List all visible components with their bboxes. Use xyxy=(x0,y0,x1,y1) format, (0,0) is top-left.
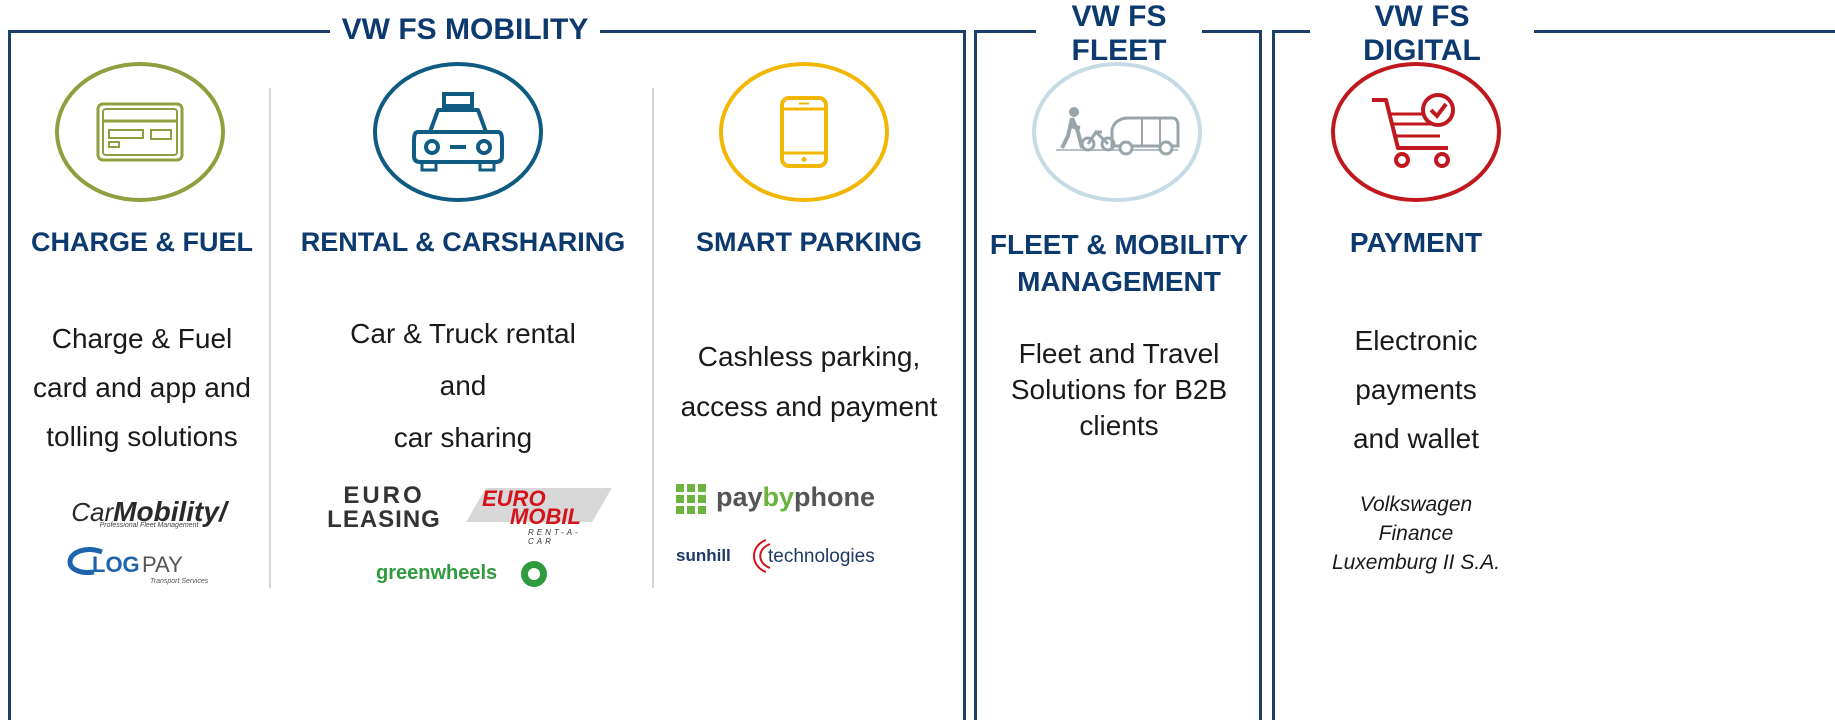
payment-circle xyxy=(1331,62,1501,202)
fleet-desc-line1: Fleet and Travel xyxy=(1018,338,1220,369)
rental-desc-line2: and xyxy=(439,370,487,401)
logpay-logo: LOG PAY Transport Services xyxy=(66,544,226,588)
euroleasing-logo-euro: EURO xyxy=(343,482,425,509)
paybyphone-logo: paybyphone xyxy=(676,482,896,516)
paybyphone-logo-pay: pay xyxy=(716,482,763,512)
charge-circle xyxy=(55,62,225,202)
fleet-desc-line3: clients xyxy=(1079,410,1159,441)
rental-desc: Car & Truck rental and car sharing xyxy=(278,308,648,464)
carmobility-logo: CarMobility/ Professional Fleet Manageme… xyxy=(44,496,254,529)
divider-2 xyxy=(652,88,654,588)
euromobil-logo-mobil: MOBIL xyxy=(510,504,581,529)
greenwheels-wheel-icon xyxy=(521,561,547,587)
payment-desc: Electronic payments and wallet xyxy=(1296,316,1536,463)
taxi-icon xyxy=(412,92,504,172)
carmobility-logo-mark: / xyxy=(218,496,227,527)
logpay-logo-log: LOG xyxy=(92,552,140,577)
shopping-cart-check-icon xyxy=(1372,93,1455,168)
fleet-circle xyxy=(1032,62,1202,202)
payment-desc-line1: Electronic xyxy=(1354,325,1478,356)
fleet-desc: Fleet and Travel Solutions for B2B clien… xyxy=(980,336,1258,444)
fleet-desc-line2: Solutions for B2B xyxy=(1010,374,1228,405)
paybyphone-logo-by: by xyxy=(762,482,795,512)
rental-circle xyxy=(373,62,543,202)
payment-desc-line2: payments xyxy=(1355,374,1477,405)
digital-title-line1: VW FS xyxy=(1374,0,1470,33)
euroleasing-logo-leasing: LEASING xyxy=(327,506,441,533)
charge-desc-line1: Charge & Fuel xyxy=(51,323,233,354)
sunhill-logo: sunhill technologies xyxy=(676,538,896,574)
euromobil-logo: EURO MOBIL RENT-A-CAR xyxy=(466,486,612,546)
sunhill-logo-technologies: technologies xyxy=(768,546,875,567)
fleet-heading: FLEET & MOBILITY MANAGEMENT xyxy=(980,226,1258,300)
payment-entity-note: Volkswagen Finance Luxemburg II S.A. xyxy=(1296,490,1536,577)
fleet-heading-line1: FLEET & MOBILITY xyxy=(989,229,1249,260)
payment-desc-line3: and wallet xyxy=(1352,423,1480,454)
fleet-section-title: VW FS FLEET xyxy=(1036,0,1202,68)
logpay-logo-tag: Transport Services xyxy=(150,578,209,585)
logpay-logo-pay: PAY xyxy=(142,552,183,577)
charge-desc: Charge & Fuel card and app and tolling s… xyxy=(14,314,270,461)
parking-circle xyxy=(719,62,889,202)
fleet-title-line1: VW FS xyxy=(1071,0,1167,33)
payment-note-line2: Finance xyxy=(1378,522,1454,545)
credit-card-icon xyxy=(96,102,184,162)
parking-heading: SMART PARKING xyxy=(696,227,922,257)
paybyphone-grid-icon xyxy=(676,484,706,514)
parking-desc-line2: access and payment xyxy=(680,391,938,422)
fleet-vehicles-icon xyxy=(1056,107,1180,156)
euroleasing-logo: EURO LEASING xyxy=(314,484,454,532)
payment-note-line1: Volkswagen xyxy=(1359,493,1473,516)
smartphone-icon xyxy=(780,96,828,168)
rental-desc-line1: Car & Truck rental xyxy=(350,318,576,349)
parking-desc: Cashless parking, access and payment xyxy=(656,332,962,432)
greenwheels-logo: greenwheels xyxy=(376,558,556,588)
fleet-heading-line2: MANAGEMENT xyxy=(1017,266,1221,297)
paybyphone-logo-phone: phone xyxy=(794,482,876,512)
sunhill-logo-text: sunhill xyxy=(676,546,731,565)
parking-desc-line1: Cashless parking, xyxy=(697,341,921,372)
mobility-section-title: VW FS MOBILITY xyxy=(330,13,600,47)
payment-note-line3: Luxemburg II S.A. xyxy=(1331,551,1501,574)
charge-desc-line3: tolling solutions xyxy=(46,421,238,452)
rental-desc-line3: car sharing xyxy=(393,422,533,453)
paybyphone-logo-text: paybyphone xyxy=(716,482,875,513)
euromobil-logo-tag: RENT-A-CAR xyxy=(528,528,581,546)
payment-heading: PAYMENT xyxy=(1349,227,1483,258)
charge-desc-line2: card and app and xyxy=(33,372,251,403)
charge-heading: CHARGE & FUEL xyxy=(31,227,253,257)
greenwheels-logo-text: greenwheels xyxy=(376,562,498,584)
rental-heading: RENTAL & CARSHARING xyxy=(300,227,626,257)
digital-section-title: VW FS DIGITAL xyxy=(1310,0,1534,68)
